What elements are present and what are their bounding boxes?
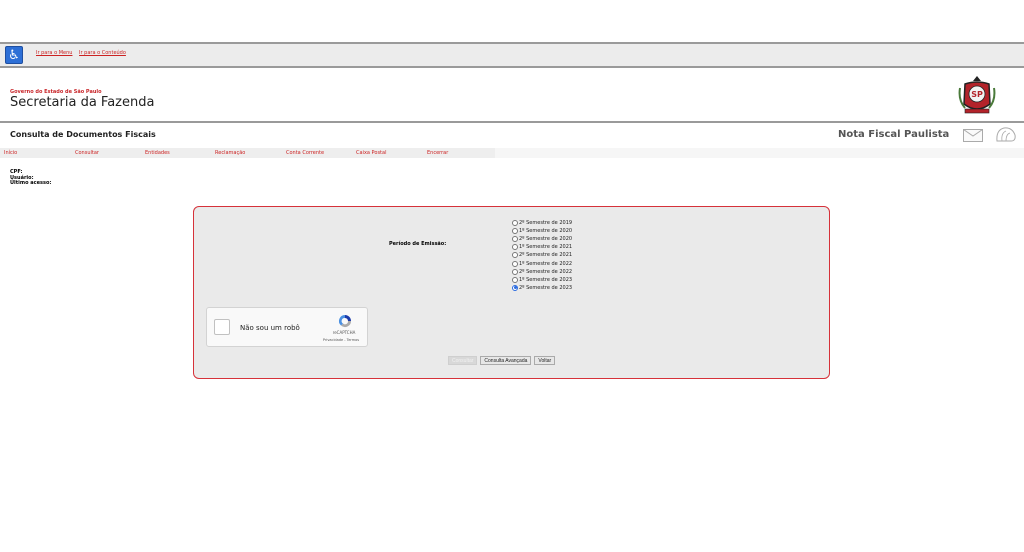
recaptcha-privacy-links[interactable]: Privacidade - Termos [313, 338, 369, 342]
period-option-label: 2º Semestre de 2020 [519, 236, 573, 243]
radio-button[interactable] [512, 228, 518, 235]
site-header: Governo do Estado de São Paulo Secretari… [0, 70, 1024, 120]
period-option[interactable]: 1º Semestre de 2020 [512, 227, 572, 235]
wheelchair-icon[interactable]: ♿ [5, 46, 23, 64]
page: ♿ Ir para o Menu Ir para o Conteúdo Gove… [0, 0, 1024, 552]
nav-item-consultar[interactable]: Consultar [75, 150, 99, 156]
nav-filler [495, 148, 1024, 158]
period-option-selected[interactable]: 2º Semestre de 2023 [512, 284, 572, 292]
period-option[interactable]: 1º Semestre de 2022 [512, 259, 572, 267]
nav-item-inicio[interactable]: Início [4, 150, 17, 156]
product-title: Nota Fiscal Paulista [838, 129, 950, 140]
svg-text:SP: SP [971, 90, 983, 99]
voltar-button[interactable]: Voltar [534, 356, 556, 365]
skip-to-menu-link[interactable]: Ir para o Menu [36, 50, 72, 56]
period-option-label: 1º Semestre de 2023 [519, 276, 573, 283]
nav-item-caixa-postal[interactable]: Caixa Postal [356, 150, 386, 156]
consulta-avancada-button[interactable]: Consulta Avançada [480, 356, 532, 365]
main-nav: Início Consultar Entidades Reclamação Co… [0, 148, 1024, 158]
recaptcha-widget: Não sou um robô reCAPTCHA Privacidade - … [206, 307, 368, 347]
period-option-label: 1º Semestre de 2022 [519, 260, 573, 267]
page-title: Consulta de Documentos Fiscais [10, 130, 156, 139]
sao-paulo-seal-icon: SP [958, 76, 996, 114]
seashell-logo-icon [996, 127, 1016, 142]
period-option-label: 1º Semestre de 2021 [519, 244, 573, 251]
user-info: CPF: Usuário: Último acesso: [10, 169, 52, 187]
skip-links: Ir para o Menu Ir para o Conteúdo [36, 50, 131, 56]
nav-item-conta-corrente[interactable]: Conta Corrente [286, 150, 324, 156]
period-option[interactable]: 2º Semestre de 2020 [512, 235, 572, 243]
period-option-label: 2º Semestre de 2021 [519, 252, 573, 259]
period-option-label: 1º Semestre de 2020 [519, 228, 573, 235]
radio-button[interactable] [512, 236, 518, 243]
form-buttons: Consultar Consulta Avançada Voltar [448, 356, 556, 365]
period-option[interactable]: 2º Semestre de 2021 [512, 251, 572, 259]
radio-button[interactable] [512, 244, 518, 251]
period-option[interactable]: 1º Semestre de 2023 [512, 276, 572, 284]
secretaria-title: Secretaria da Fazenda [10, 95, 155, 110]
nav-item-entidades[interactable]: Entidades [145, 150, 170, 156]
period-option-label: 2º Semestre de 2022 [519, 268, 573, 275]
consultar-button[interactable]: Consultar [448, 356, 478, 365]
period-radio-group: 2º Semestre de 2019 1º Semestre de 2020 … [512, 219, 572, 292]
period-label: Período de Emissão: [389, 241, 447, 247]
title-bar: Consulta de Documentos Fiscais Nota Fisc… [0, 123, 1024, 147]
recaptcha-checkbox[interactable] [214, 319, 230, 335]
period-option[interactable]: 1º Semestre de 2021 [512, 243, 572, 251]
skip-to-content-link[interactable]: Ir para o Conteúdo [79, 50, 126, 56]
accessibility-bar: ♿ Ir para o Menu Ir para o Conteúdo [0, 42, 1024, 68]
radio-button[interactable] [512, 276, 518, 283]
recaptcha-logo-icon [338, 314, 352, 328]
period-option[interactable]: 2º Semestre de 2022 [512, 268, 572, 276]
recaptcha-label: Não sou um robô [240, 324, 300, 332]
mail-icon[interactable] [963, 129, 983, 142]
period-option[interactable]: 2º Semestre de 2019 [512, 219, 572, 227]
search-form-panel: Período de Emissão: 2º Semestre de 2019 … [193, 206, 830, 379]
radio-button-checked[interactable] [512, 284, 518, 291]
nav-item-reclamacao[interactable]: Reclamação [215, 150, 245, 156]
period-option-label: 2º Semestre de 2023 [519, 284, 573, 291]
nav-item-encerrar[interactable]: Encerrar [427, 150, 448, 156]
radio-button[interactable] [512, 260, 518, 267]
radio-button[interactable] [512, 268, 518, 275]
recaptcha-brand: reCAPTCHA [332, 330, 356, 335]
radio-button[interactable] [512, 252, 518, 259]
period-option-label: 2º Semestre de 2019 [519, 220, 573, 227]
ultimo-acesso-label: Último acesso: [10, 180, 52, 186]
radio-button[interactable] [512, 220, 518, 227]
